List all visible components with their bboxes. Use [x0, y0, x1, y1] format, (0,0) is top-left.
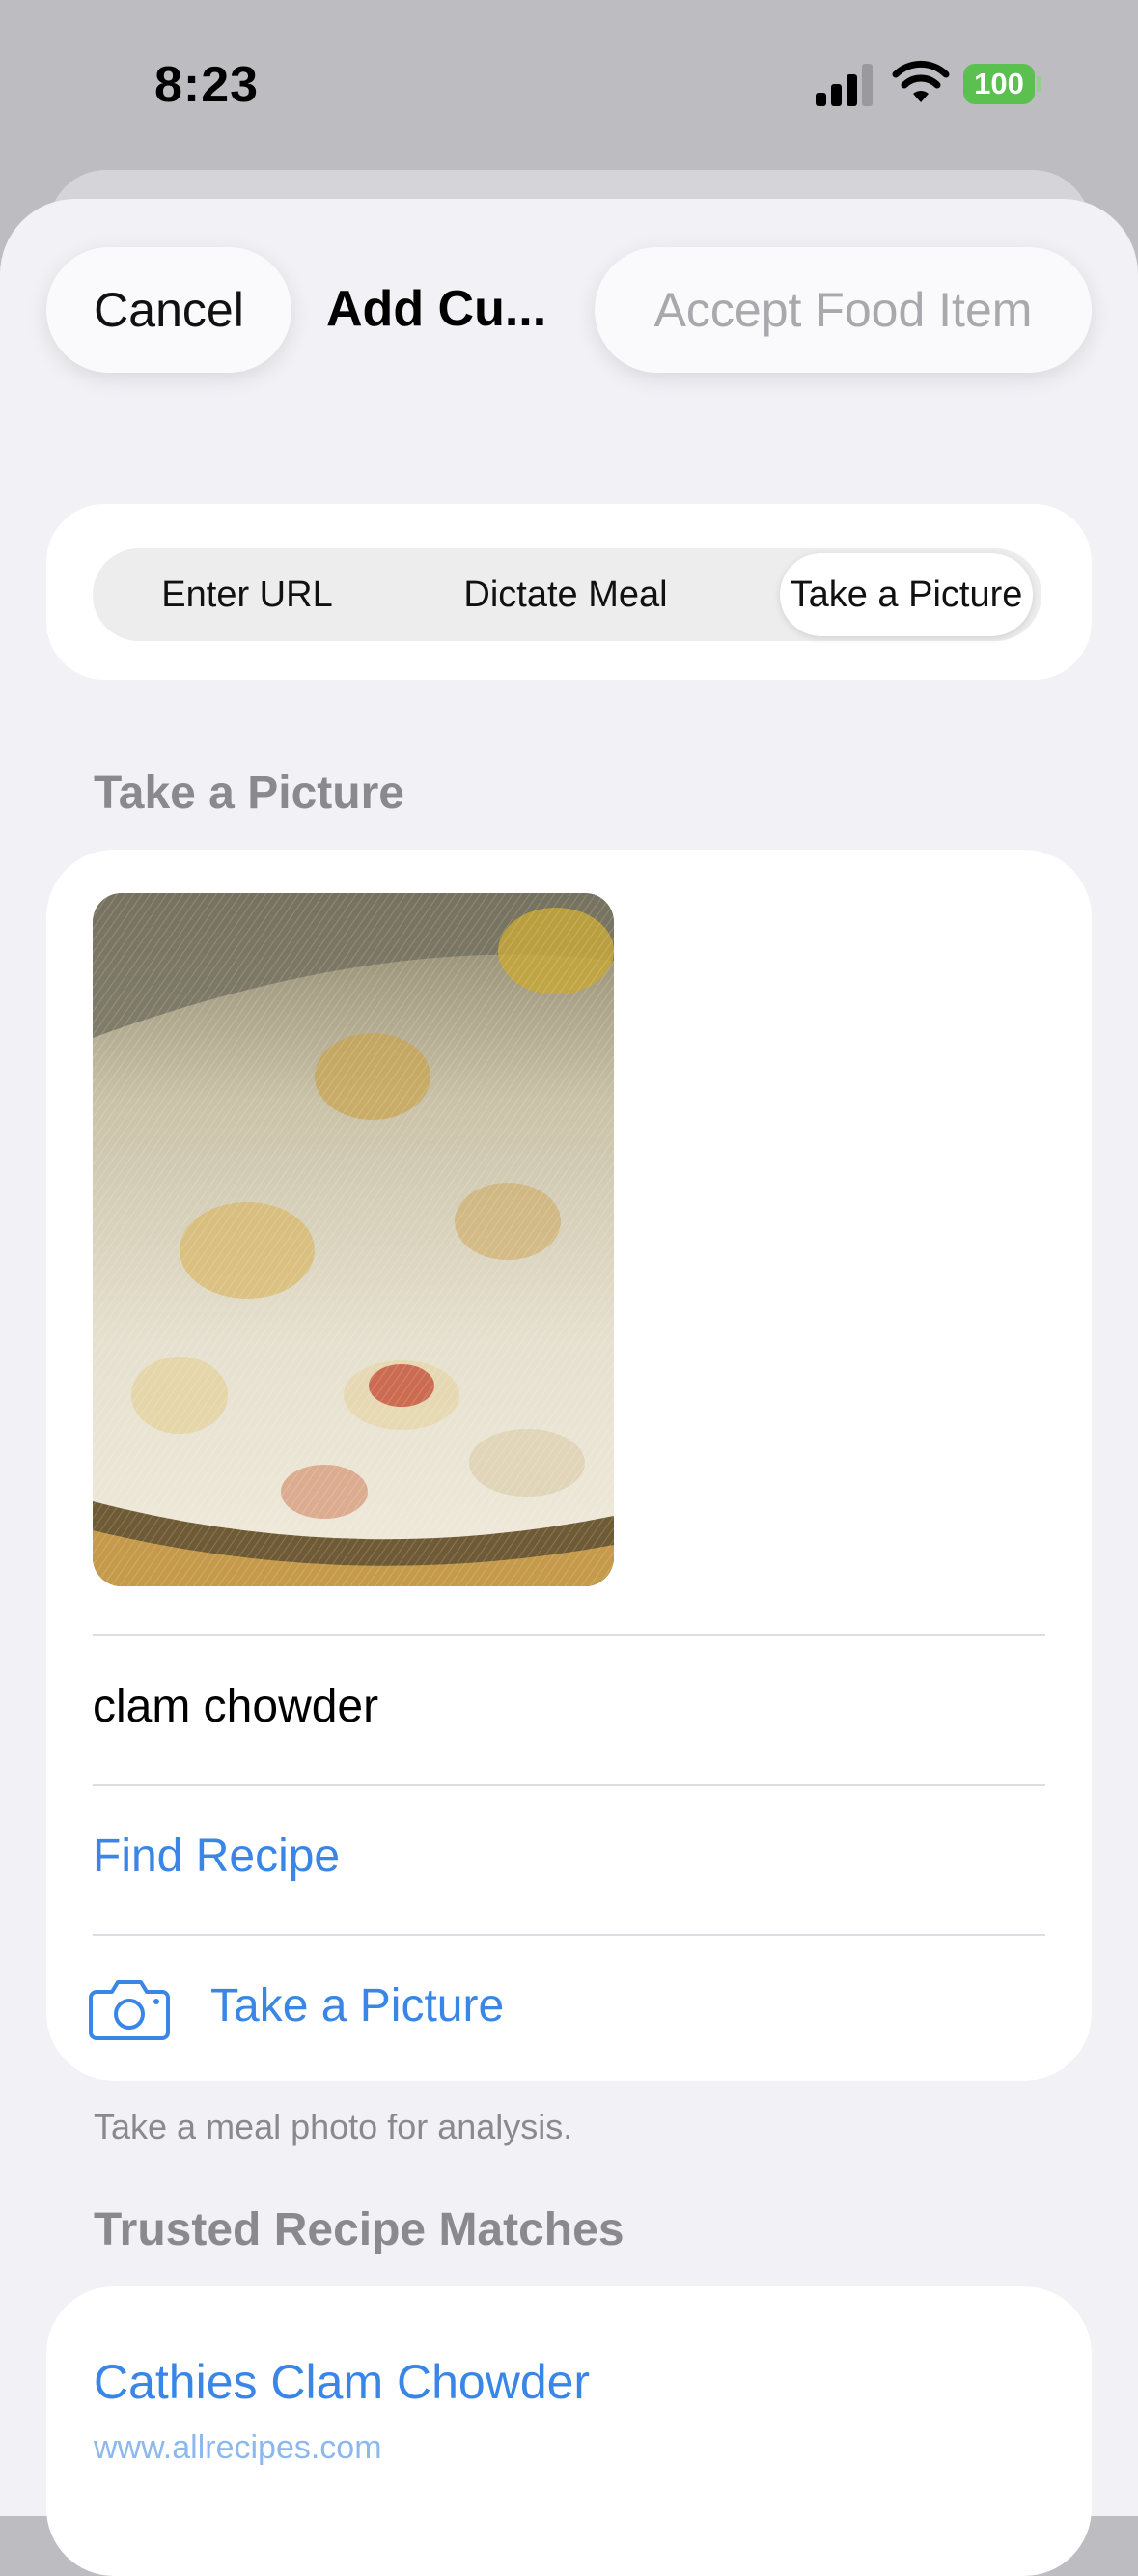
battery-icon: 100	[963, 64, 1042, 104]
battery-level: 100	[963, 64, 1035, 104]
battery-tip	[1037, 76, 1041, 92]
divider	[93, 1784, 1045, 1786]
segment-dictate-meal[interactable]: Dictate Meal	[406, 548, 725, 641]
recipe-match-title[interactable]: Cathies Clam Chowder	[94, 2354, 590, 2410]
picture-footnote: Take a meal photo for analysis.	[94, 2107, 573, 2146]
picture-card: clam chowder Find Recipe Take a Picture	[46, 850, 1092, 2081]
take-picture-section-header: Take a Picture	[94, 768, 404, 819]
segment-enter-url[interactable]: Enter URL	[93, 548, 402, 641]
take-picture-button[interactable]: Take a Picture	[210, 1979, 504, 2032]
status-bar: 8:23 100	[0, 0, 1138, 164]
wifi-icon	[892, 60, 950, 102]
segment-take-a-picture[interactable]: Take a Picture	[780, 553, 1033, 636]
cellular-signal-icon	[816, 64, 873, 106]
camera-icon[interactable]	[89, 1976, 170, 2040]
status-time: 8:23	[154, 57, 260, 113]
food-name-field[interactable]: clam chowder	[93, 1680, 378, 1733]
recipe-match-source: www.allrecipes.com	[94, 2429, 382, 2466]
accept-food-item-button[interactable]: Accept Food Item	[595, 247, 1092, 373]
cancel-button[interactable]: Cancel	[46, 247, 291, 373]
sheet-title: Add Cu...	[326, 281, 547, 337]
recipe-match-card: Cathies Clam Chowder www.allrecipes.com	[46, 2286, 1092, 2576]
input-mode-segmented-control: Enter URL Dictate Meal Take a Picture	[93, 548, 1041, 641]
meal-photo[interactable]	[93, 893, 614, 1586]
divider	[93, 1634, 1045, 1636]
find-recipe-button[interactable]: Find Recipe	[93, 1830, 340, 1883]
trusted-recipes-header: Trusted Recipe Matches	[94, 2204, 625, 2255]
divider	[93, 1934, 1045, 1936]
input-mode-card: Enter URL Dictate Meal Take a Picture	[46, 504, 1092, 680]
